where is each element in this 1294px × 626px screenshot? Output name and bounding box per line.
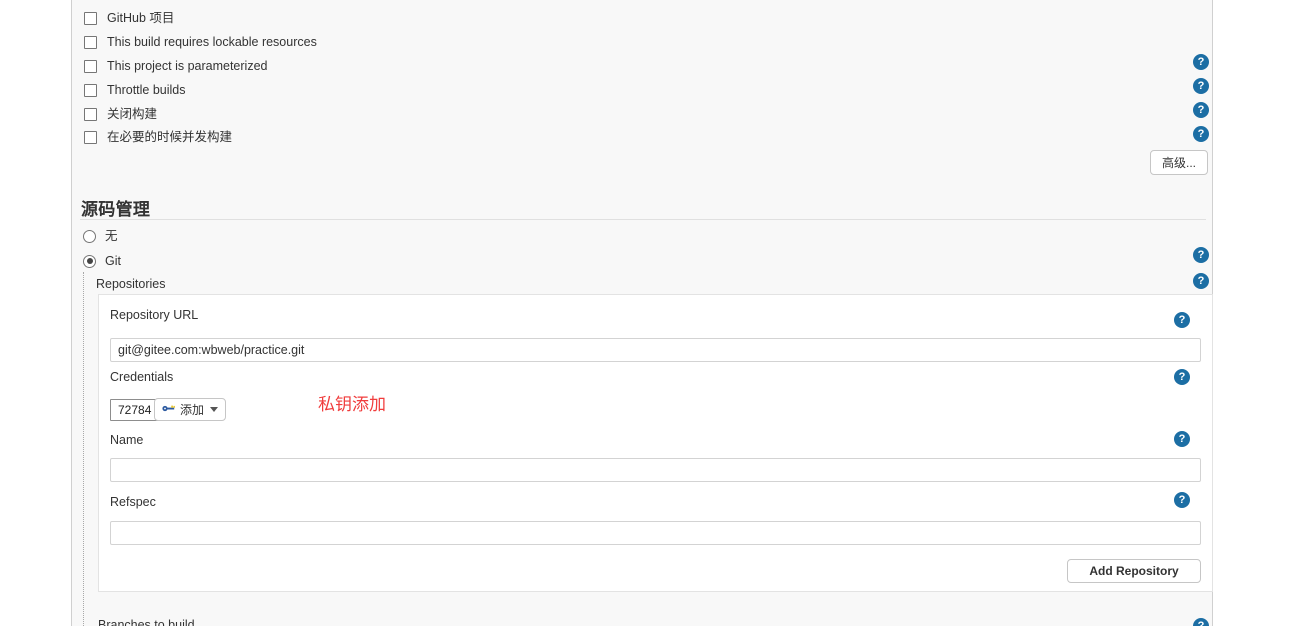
- checkbox-github-project[interactable]: [84, 11, 97, 25]
- help-icon-throttle-builds[interactable]: ?: [1193, 78, 1209, 94]
- radio-row-git[interactable]: Git: [83, 253, 121, 269]
- checkbox-parameterized[interactable]: [84, 59, 97, 73]
- checkbox-row-github-project[interactable]: GitHub 项目: [84, 9, 174, 27]
- radio-row-none[interactable]: 无: [83, 228, 118, 244]
- checkbox-label: 在必要的时候并发构建: [107, 130, 233, 144]
- radio-label: Git: [105, 254, 121, 268]
- key-icon: [162, 401, 176, 419]
- checkbox-lockable-resources[interactable]: [84, 35, 97, 49]
- checkbox-disable-build[interactable]: [84, 107, 97, 121]
- help-icon-credentials[interactable]: ?: [1174, 369, 1190, 385]
- help-icon-git[interactable]: ?: [1193, 247, 1209, 263]
- help-icon-branches-to-build[interactable]: ?: [1193, 618, 1209, 626]
- checkbox-row-concurrent-build[interactable]: 在必要的时候并发构建: [84, 128, 232, 146]
- caret-down-icon[interactable]: [210, 407, 219, 412]
- section-title-scm: 源码管理: [81, 200, 151, 219]
- help-icon-refspec[interactable]: ?: [1174, 492, 1190, 508]
- help-icon-repository-url[interactable]: ?: [1174, 312, 1190, 328]
- content-pane: GitHub 项目 This build requires lockable r…: [71, 0, 1213, 626]
- name-label: Name: [110, 433, 144, 447]
- help-icon-repositories[interactable]: ?: [1193, 273, 1209, 289]
- checkbox-row-parameterized[interactable]: This project is parameterized: [84, 57, 267, 75]
- repository-url-input[interactable]: [110, 338, 1201, 362]
- add-repository-label: Add Repository: [1089, 564, 1179, 578]
- checkbox-throttle-builds[interactable]: [84, 83, 97, 97]
- help-icon-disable-build[interactable]: ?: [1193, 102, 1209, 118]
- add-repository-button[interactable]: Add Repository: [1067, 559, 1201, 583]
- section-divider: [80, 219, 1206, 220]
- checkbox-concurrent-build[interactable]: [84, 130, 97, 144]
- advanced-button-label: 高级...: [1161, 156, 1196, 170]
- checkbox-label: This build requires lockable resources: [107, 35, 317, 49]
- help-icon-concurrent-build[interactable]: ?: [1193, 126, 1209, 142]
- jenkins-configure-page: GitHub 项目 This build requires lockable r…: [0, 0, 1294, 626]
- name-input[interactable]: [110, 458, 1201, 482]
- add-credentials-button[interactable]: 添加: [154, 398, 227, 421]
- radio-scm-none[interactable]: [83, 229, 96, 243]
- checkbox-row-throttle-builds[interactable]: Throttle builds: [84, 81, 186, 99]
- checkbox-row-disable-build[interactable]: 关闭构建: [84, 105, 157, 123]
- annotation-private-key-add: 私钥添加: [318, 395, 386, 414]
- checkbox-row-lockable-resources[interactable]: This build requires lockable resources: [84, 33, 317, 51]
- checkbox-label: GitHub 项目: [107, 11, 175, 25]
- checkbox-label: Throttle builds: [107, 83, 186, 97]
- credentials-label: Credentials: [110, 370, 174, 384]
- branches-to-build-label: Branches to build: [98, 618, 195, 626]
- checkbox-label: This project is parameterized: [107, 59, 268, 73]
- checkbox-label: 关闭构建: [107, 107, 158, 121]
- refspec-input[interactable]: [110, 521, 1201, 545]
- help-icon-parameterized[interactable]: ?: [1193, 54, 1209, 70]
- credentials-selected-value: 72784: [118, 403, 152, 417]
- repositories-panel: Repository URL ? Credentials ? 72784: [98, 294, 1213, 592]
- radio-scm-git[interactable]: [83, 254, 96, 268]
- refspec-label: Refspec: [110, 495, 156, 509]
- advanced-button[interactable]: 高级...: [1150, 150, 1208, 175]
- help-icon-name[interactable]: ?: [1174, 431, 1190, 447]
- nesting-guide: [83, 272, 84, 626]
- repository-url-label: Repository URL: [110, 308, 199, 322]
- radio-label: 无: [105, 229, 118, 243]
- repositories-label: Repositories: [96, 277, 166, 291]
- add-credentials-label: 添加: [180, 403, 205, 417]
